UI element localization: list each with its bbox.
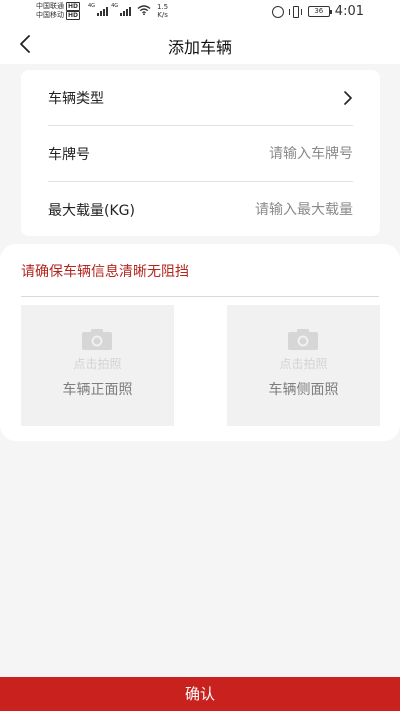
- vehicle-type-label: 车辆类型: [48, 90, 104, 107]
- front-photo-upload[interactable]: 点击拍照 车辆正面照: [21, 305, 174, 426]
- network-type: 4G: [88, 3, 96, 9]
- camera-icon: [82, 329, 112, 350]
- tap-to-shoot-hint: 点击拍照: [279, 357, 328, 371]
- photo-notice: 请确保车辆信息清晰无阻挡: [21, 264, 189, 280]
- alarm-icon: [271, 5, 284, 18]
- plate-number-input[interactable]: [183, 145, 353, 162]
- max-load-label: 最大载量(KG): [48, 203, 135, 219]
- signal-icons: 4G 4G: [88, 3, 132, 16]
- vehicle-type-row[interactable]: 车辆类型: [48, 70, 353, 126]
- plate-number-row: 车牌号: [48, 126, 353, 182]
- battery-level: 36: [314, 7, 324, 15]
- front-photo-label: 车辆正面照: [62, 382, 133, 398]
- speed-unit: K/s: [157, 11, 168, 19]
- tap-to-shoot-hint: 点击拍照: [73, 357, 122, 371]
- side-photo-upload[interactable]: 点击拍照 车辆侧面照: [227, 305, 380, 426]
- signal-icon: 4G: [111, 3, 132, 16]
- network-speed: 1.5 K/s: [157, 3, 168, 19]
- carrier-info: 中国联通 HD 中国移动 HD: [36, 2, 81, 20]
- camera-icon: [288, 329, 318, 350]
- network-type: 4G: [111, 3, 119, 9]
- max-load-input[interactable]: [183, 202, 353, 218]
- side-photo-label: 车辆侧面照: [268, 382, 339, 398]
- page-title: 添加车辆: [167, 38, 232, 57]
- battery-icon: 36: [307, 6, 332, 17]
- divider: [21, 296, 379, 297]
- confirm-button[interactable]: 确认: [0, 677, 400, 711]
- right-status-icons: 36 4:01: [271, 4, 364, 19]
- status-bar: 中国联通 HD 中国移动 HD 4G 4G 1.5 K/s 36 4:01: [0, 0, 400, 24]
- max-load-row: 最大载量(KG): [48, 182, 353, 238]
- nav-bar: 添加车辆: [0, 24, 400, 64]
- chevron-right-icon: [344, 90, 352, 105]
- wifi-icon: [137, 5, 151, 15]
- signal-icon: 4G: [88, 3, 109, 16]
- photo-upload-card: 请确保车辆信息清晰无阻挡 点击拍照 车辆正面照 点击拍照 车辆侧面照: [0, 244, 400, 441]
- carrier-name-1: 中国联通: [36, 2, 64, 10]
- hd-badge: HD: [66, 2, 81, 11]
- plate-number-label: 车牌号: [48, 146, 90, 163]
- clock: 4:01: [334, 4, 364, 19]
- vehicle-form: 车辆类型 车牌号 最大载量(KG): [21, 70, 380, 236]
- vibrate-icon: [288, 5, 303, 18]
- speed-value: 1.5: [157, 3, 169, 11]
- carrier-name-2: 中国移动: [36, 11, 64, 19]
- hd-badge: HD: [66, 11, 81, 20]
